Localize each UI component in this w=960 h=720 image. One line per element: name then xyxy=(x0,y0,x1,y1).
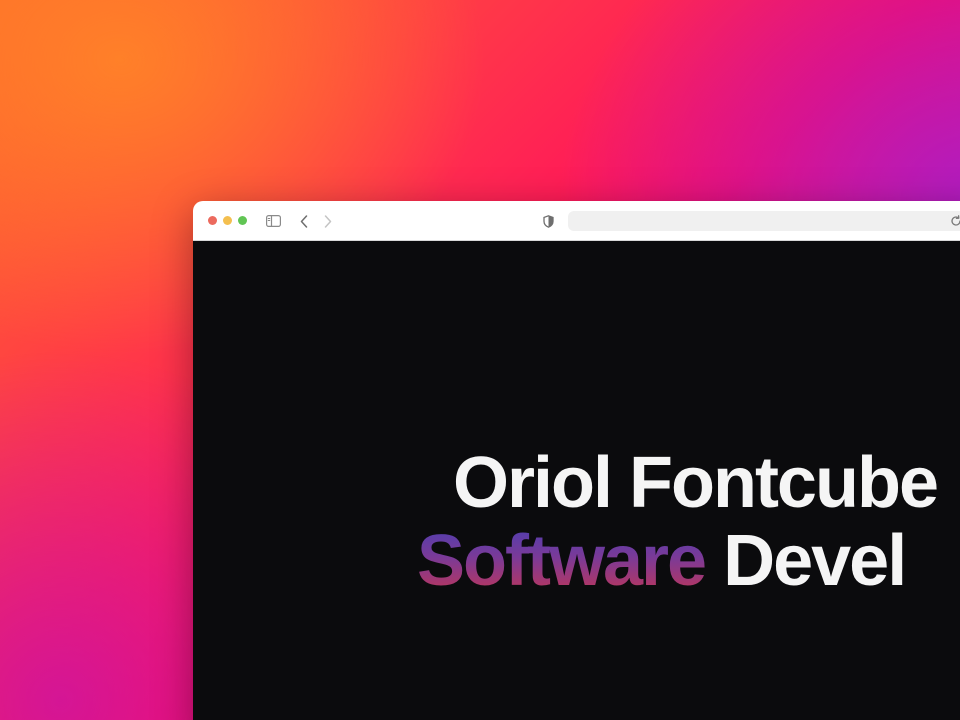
hero-subtitle: Software Devel xyxy=(417,525,907,597)
back-icon[interactable] xyxy=(297,211,311,231)
forward-icon[interactable] xyxy=(321,211,335,231)
minimize-window-button[interactable] xyxy=(223,216,232,225)
shield-icon[interactable] xyxy=(541,211,555,231)
browser-toolbar xyxy=(193,201,960,241)
address-bar[interactable] xyxy=(568,211,960,231)
hero-name: Oriol Fontcube xyxy=(453,443,939,523)
hero-rest-text: Devel xyxy=(723,521,907,601)
close-window-button[interactable] xyxy=(208,216,217,225)
hero-highlight-word: Software xyxy=(417,521,707,601)
browser-window: Oriol Fontcube Software Devel xyxy=(193,201,960,720)
sidebar-icon[interactable] xyxy=(264,211,282,231)
reload-icon[interactable] xyxy=(949,211,960,231)
page-content: Oriol Fontcube Software Devel xyxy=(193,241,960,720)
zoom-window-button[interactable] xyxy=(238,216,247,225)
